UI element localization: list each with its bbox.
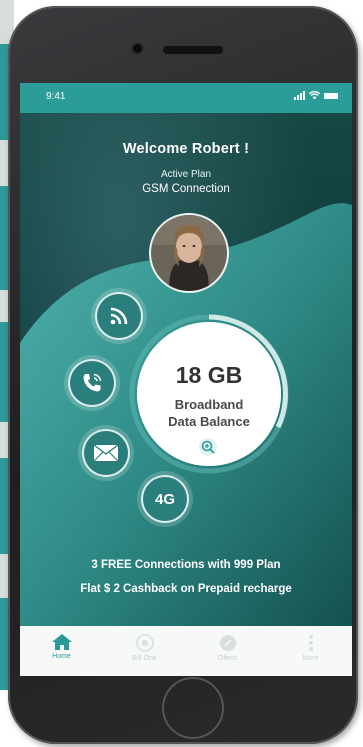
promo-line: Flat $ 2 Cashback on Prepaid recharge bbox=[80, 583, 292, 595]
status-icons bbox=[294, 91, 338, 100]
message-button[interactable] bbox=[82, 429, 130, 477]
network-badge: 4G bbox=[154, 490, 175, 508]
status-bar: 9:41 bbox=[20, 83, 352, 113]
active-plan-label: Active Plan bbox=[160, 169, 212, 180]
promo-line: 3 FREE Connections with 999 Plan bbox=[91, 559, 281, 571]
balance-label: Data Balance bbox=[168, 414, 250, 429]
app-screen: 9:41 Welcome Robert ! Active Plan GSM Co… bbox=[20, 83, 352, 676]
home-icon bbox=[51, 634, 72, 650]
data-balance-card[interactable]: 18 GB Broadband Data Balance bbox=[137, 322, 281, 466]
zoom-in-icon[interactable] bbox=[198, 437, 218, 457]
tab-label: More bbox=[302, 655, 319, 662]
offers-icon bbox=[219, 635, 236, 651]
camera-icon bbox=[133, 44, 142, 53]
call-button[interactable] bbox=[68, 359, 116, 407]
balance-amount: 18 GB bbox=[175, 362, 243, 388]
network-4g-button[interactable]: 4G bbox=[141, 475, 189, 523]
tab-label: Offers bbox=[218, 655, 237, 662]
profile-photo bbox=[151, 215, 227, 291]
tab-more[interactable]: More bbox=[269, 626, 352, 676]
battery-icon bbox=[324, 92, 338, 99]
avatar[interactable] bbox=[149, 213, 229, 293]
more-icon bbox=[308, 635, 313, 651]
rss-icon bbox=[110, 307, 128, 325]
tab-label: Bill One bbox=[132, 655, 157, 662]
welcome-title: Welcome Robert ! bbox=[122, 141, 250, 157]
tab-offers[interactable]: Offers bbox=[186, 626, 269, 676]
mail-icon bbox=[93, 444, 119, 462]
status-time: 9:41 bbox=[46, 91, 66, 102]
balance-type: Broadband bbox=[174, 397, 244, 412]
tab-bill[interactable]: Bill One bbox=[103, 626, 186, 676]
speaker-grille bbox=[163, 46, 223, 54]
bill-icon bbox=[135, 634, 154, 652]
signal-icon bbox=[294, 91, 305, 100]
home-hardware-button[interactable] bbox=[162, 677, 224, 739]
broadband-button[interactable] bbox=[95, 292, 143, 340]
tab-label: Home bbox=[52, 653, 71, 660]
tab-home[interactable]: Home bbox=[20, 626, 103, 676]
phone-icon bbox=[83, 373, 102, 392]
bottom-tab-bar: Home Bill One Offers More bbox=[20, 626, 352, 676]
connection-type: GSM Connection bbox=[142, 183, 230, 195]
wifi-icon bbox=[309, 91, 320, 100]
